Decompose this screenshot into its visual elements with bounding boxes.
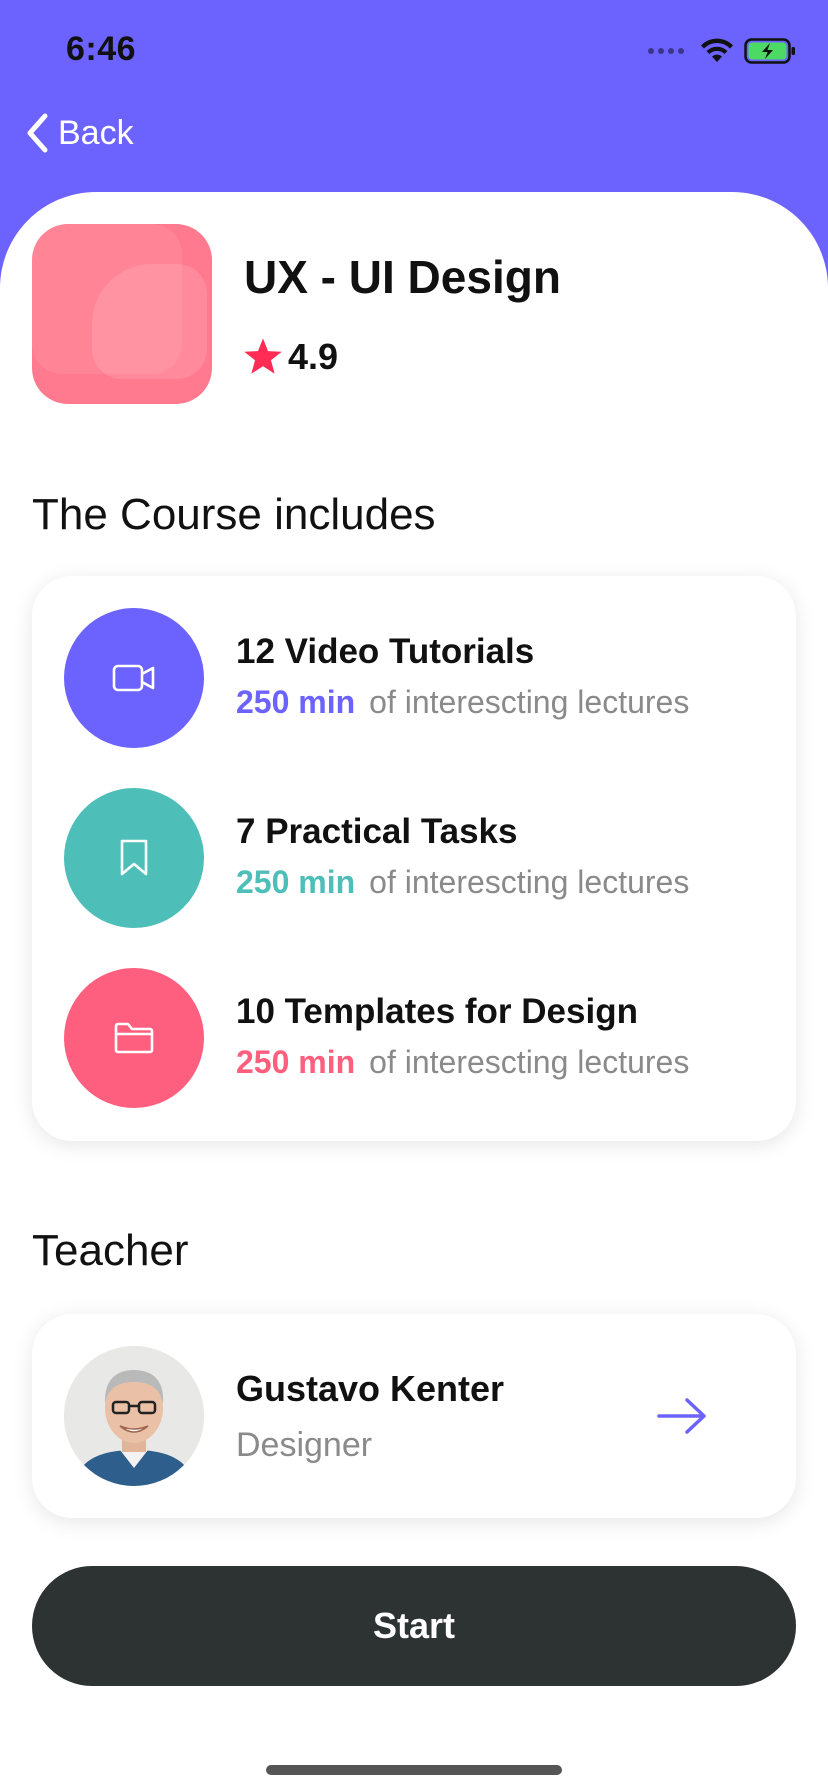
include-title: 12 Video Tutorials [236,632,535,671]
course-title: UX - UI Design [244,251,561,303]
include-minutes: 250 min [236,864,356,900]
folder-icon [114,1022,154,1054]
include-title: 7 Practical Tasks [236,812,518,851]
home-indicator [266,1765,562,1775]
templates-item-circle [64,968,204,1108]
teacher-photo [64,1346,204,1486]
start-button[interactable]: Start [32,1566,796,1686]
course-includes-card: 12 Video Tutorials 250 min of interesctin… [32,576,796,1141]
rating-value: 4.9 [288,336,339,377]
status-icons [648,36,796,66]
teacher-card[interactable]: Gustavo Kenter Designer [32,1314,796,1518]
wifi-icon [701,38,733,62]
includes-heading: The Course includes [32,490,436,539]
teacher-heading: Teacher [32,1226,189,1275]
teacher-role: Designer [236,1426,373,1464]
course-rating: 4.9 [242,336,338,378]
include-subtitle: 250 min of interescting lectures [236,684,689,721]
back-button[interactable]: Back [24,108,134,158]
course-thumbnail [32,224,212,404]
bookmark-icon [120,839,148,876]
arrow-right-icon [657,1398,706,1434]
video-item-circle [64,608,204,748]
include-title: 10 Templates for Design [236,992,638,1031]
include-description: of interescting lectures [369,684,690,720]
tasks-item-circle [64,788,204,928]
status-time: 6:46 [66,30,137,68]
battery-charging-icon [744,38,795,64]
teacher-arrow-button[interactable] [650,1386,714,1446]
chevron-left-icon [27,113,48,153]
teacher-avatar [64,1346,204,1486]
back-label: Back [58,113,134,152]
include-subtitle: 250 min of interescting lectures [236,864,689,901]
include-item-templates[interactable]: 10 Templates for Design 250 min of intere… [64,968,764,1108]
teacher-name: Gustavo Kenter [236,1368,505,1409]
cellular-signal-icon [648,48,684,54]
include-item-tasks[interactable]: 7 Practical Tasks 250 min of interescting… [64,788,764,928]
include-minutes: 250 min [236,1044,356,1080]
include-description: of interescting lectures [369,1044,690,1080]
star-icon [244,338,282,374]
include-subtitle: 250 min of interescting lectures [236,1044,689,1081]
video-camera-icon [112,664,155,692]
include-minutes: 250 min [236,684,356,720]
status-bar: 6:46 [0,0,828,100]
include-item-video[interactable]: 12 Video Tutorials 250 min of interesctin… [64,608,764,748]
include-description: of interescting lectures [369,864,690,900]
